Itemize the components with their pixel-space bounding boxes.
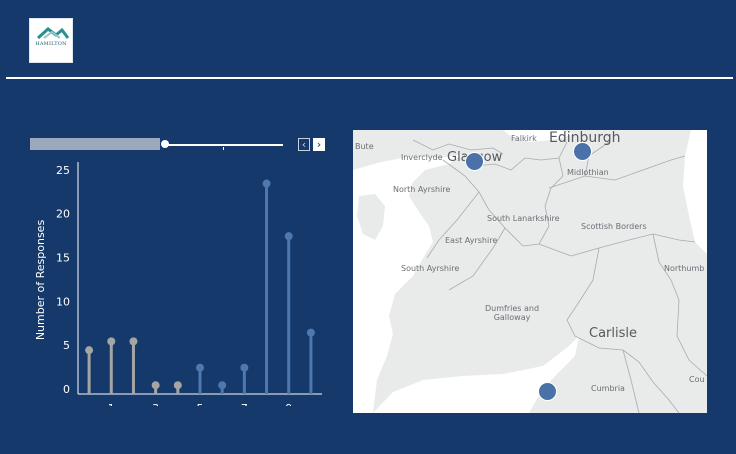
map-label-county: Cou (689, 375, 705, 384)
bar-series (85, 179, 315, 394)
x-tick-label: 5 (197, 402, 204, 406)
map-label-south-lanarkshire: South Lanarkshire (487, 214, 560, 223)
y-tick-label: 15 (56, 251, 70, 264)
map-label-cumbria: Cumbria (591, 384, 625, 393)
map-label-midlothian: Midlothian (567, 168, 609, 177)
bar-marker[interactable] (196, 363, 204, 372)
map-marker-cumbria[interactable] (538, 382, 557, 401)
bar-marker[interactable] (240, 363, 249, 372)
boundary-lines (412, 139, 707, 413)
x-tick-label: 7 (241, 402, 248, 406)
map-label-north-ayrshire: North Ayrshire (393, 185, 451, 194)
company-logo: HAMILTON (29, 18, 73, 63)
bar-marker[interactable] (129, 337, 138, 346)
next-button[interactable]: › (313, 138, 325, 151)
map-label-south-ayrshire: South Ayrshire (401, 264, 460, 273)
y-axis-title: Number of Responses (34, 220, 47, 341)
chevron-left-icon: ‹ (301, 138, 307, 151)
chevron-right-icon: › (316, 138, 322, 151)
bar-marker[interactable] (262, 179, 271, 188)
bar-marker[interactable] (218, 381, 227, 390)
range-slider-handle[interactable] (161, 140, 169, 148)
x-tick-label: 3 (152, 402, 159, 406)
bar-marker[interactable] (173, 381, 182, 390)
x-tick-label: 9 (285, 402, 292, 406)
range-slider-track[interactable] (166, 144, 283, 146)
previous-button[interactable]: ‹ (298, 138, 310, 151)
map-label-northumberland: Northumb (664, 264, 705, 273)
map-label-inverclyde: Inverclyde (401, 153, 443, 162)
y-tick-labels: 0 5 10 15 20 25 (56, 164, 70, 396)
y-tick-label: 5 (63, 339, 70, 352)
map-label-falkirk: Falkirk (511, 134, 537, 143)
map-marker-glasgow[interactable] (465, 152, 484, 171)
map-label-scottish-borders: Scottish Borders (581, 222, 647, 231)
map-label-dumfries: Dumfries and Galloway (485, 304, 540, 322)
north-sea-water (683, 130, 707, 254)
x-tick-labels: 1 3 5 7 9 (108, 402, 292, 406)
bar-marker[interactable] (306, 328, 315, 337)
map-label-east-ayrshire: East Ayrshire (445, 236, 498, 245)
header-divider (6, 77, 733, 79)
y-tick-label: 25 (56, 164, 70, 177)
x-tick-label: 1 (108, 402, 115, 406)
map-label-carlisle: Carlisle (589, 326, 637, 341)
logo-text: HAMILTON (35, 41, 67, 47)
map-label-bute: Bute (355, 142, 374, 151)
roof-logo-icon (36, 27, 70, 40)
range-slider-filled[interactable] (30, 138, 160, 150)
map-marker-edinburgh[interactable] (573, 142, 592, 161)
solway-firth-water (373, 336, 579, 413)
range-slider-tick (223, 147, 224, 150)
bar-marker[interactable] (151, 381, 160, 390)
responses-bar-chart: Number of Responses 0 5 10 15 20 25 1 3 5 7 9 (34, 162, 322, 406)
map-view[interactable]: ButeInverclydeGlasgowFalkirkEdinburghMid… (353, 130, 707, 413)
bar-marker[interactable] (107, 337, 116, 346)
y-tick-label: 20 (56, 208, 70, 221)
bar-marker[interactable] (284, 232, 293, 241)
y-tick-label: 10 (56, 295, 70, 308)
y-tick-label: 0 (63, 383, 70, 396)
bar-marker[interactable] (85, 346, 94, 355)
